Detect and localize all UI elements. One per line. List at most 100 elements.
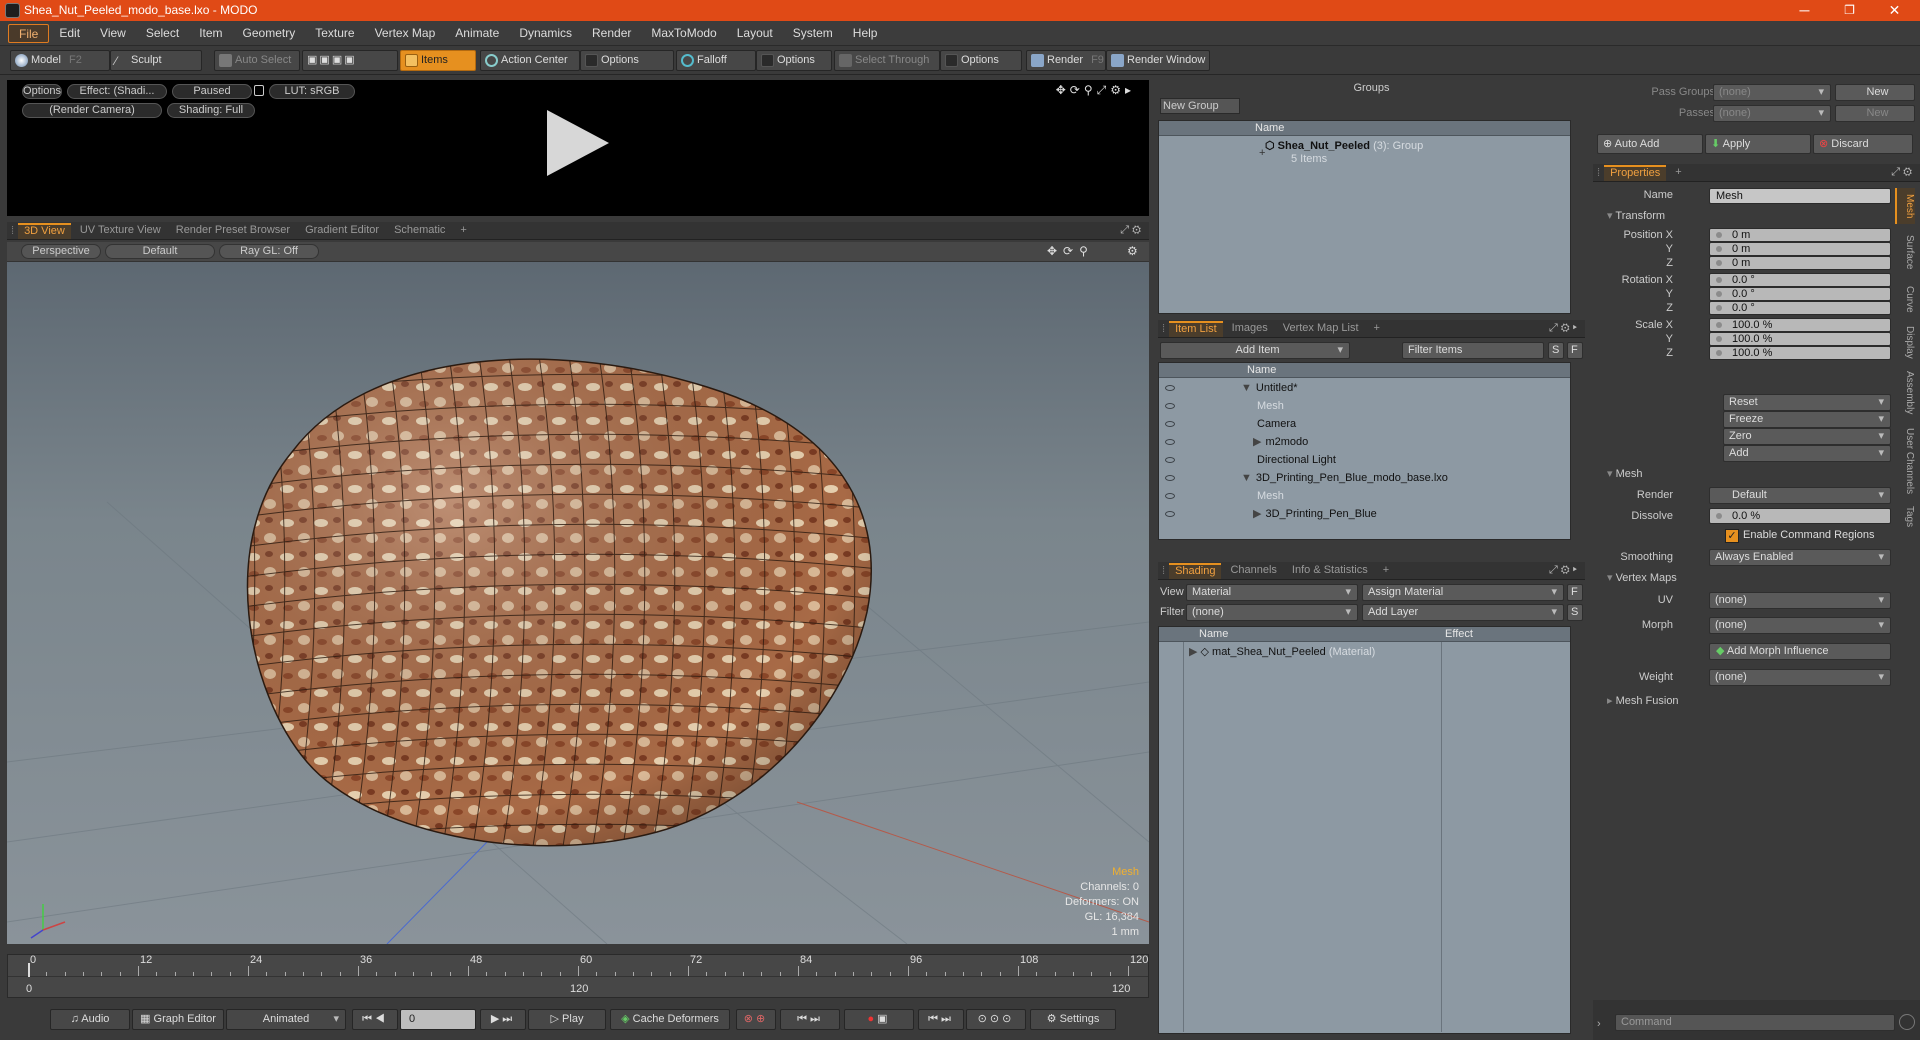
command-history-icon[interactable] bbox=[1899, 1014, 1915, 1030]
visibility-eye-icon[interactable] bbox=[1165, 493, 1175, 499]
viewport-nav-icons[interactable]: ✥⟳⚲ bbox=[1047, 244, 1094, 258]
panel-options-icons[interactable]: ⤢ ⚙ bbox=[1120, 224, 1149, 237]
selection-mode-icons[interactable]: ▣▣▣▣ bbox=[302, 50, 398, 71]
raygl-toggle[interactable]: Ray GL: Off bbox=[219, 244, 319, 259]
vtab-assembly[interactable]: Assembly bbox=[1895, 366, 1915, 420]
playhead[interactable] bbox=[28, 963, 30, 977]
visibility-eye-icon[interactable] bbox=[1165, 421, 1175, 427]
rotation-x-field[interactable]: 0.0 ° bbox=[1709, 273, 1891, 287]
view-dropdown[interactable]: Material bbox=[1186, 584, 1358, 601]
search-f-button[interactable]: F bbox=[1567, 342, 1583, 359]
tab-info-statistics[interactable]: Info & Statistics bbox=[1286, 563, 1374, 579]
expand-arrow-icon[interactable]: ▼ bbox=[1241, 472, 1252, 484]
tab-images[interactable]: Images bbox=[1226, 321, 1274, 337]
sculpt-button[interactable]: ⁄ Sculpt bbox=[110, 50, 202, 71]
projection-dropdown[interactable]: Perspective bbox=[21, 244, 101, 259]
item-list-row[interactable]: Camera bbox=[1253, 416, 1296, 433]
preview-nav-icons[interactable]: ✥⟳⚲⤢⚙▸ bbox=[1056, 83, 1135, 98]
menu-geometry[interactable]: Geometry bbox=[233, 24, 306, 43]
add-layer-dropdown[interactable]: Add Layer bbox=[1362, 604, 1564, 621]
menu-file[interactable]: File bbox=[8, 23, 50, 43]
select-through-options[interactable]: Options bbox=[940, 50, 1022, 71]
panel-options-icons[interactable]: ⤢ ⚙ ▸ bbox=[1549, 564, 1585, 577]
visibility-eye-icon[interactable] bbox=[1165, 385, 1175, 391]
items-mode-button[interactable]: Items bbox=[400, 50, 476, 71]
zero-dropdown[interactable]: Zero bbox=[1723, 428, 1891, 445]
polygon-mode-icon[interactable]: ▣ bbox=[332, 54, 344, 66]
shader-effect-column[interactable]: Effect bbox=[1445, 627, 1473, 642]
position-z-field[interactable]: 0 m bbox=[1709, 256, 1891, 270]
transform-section[interactable]: ▾ Transform bbox=[1607, 208, 1665, 224]
audio-button[interactable]: ♫ Audio bbox=[50, 1009, 130, 1030]
rotation-y-field[interactable]: 0.0 ° bbox=[1709, 287, 1891, 301]
render-dropdown[interactable]: Default bbox=[1709, 487, 1891, 504]
graph-editor-button[interactable]: ▦ Graph Editor bbox=[132, 1009, 224, 1030]
visibility-eye-icon[interactable] bbox=[1165, 511, 1175, 517]
style-dropdown[interactable]: Default bbox=[105, 244, 215, 259]
filter-dropdown[interactable]: (none) bbox=[1186, 604, 1358, 621]
menu-texture[interactable]: Texture bbox=[305, 24, 364, 43]
name-field[interactable]: Mesh bbox=[1709, 188, 1891, 204]
tab-vertex-map-list[interactable]: Vertex Map List bbox=[1277, 321, 1365, 337]
menu-help[interactable]: Help bbox=[843, 24, 888, 43]
menu-animate[interactable]: Animate bbox=[445, 24, 509, 43]
tab-channels[interactable]: Channels bbox=[1224, 563, 1282, 579]
menu-edit[interactable]: Edit bbox=[49, 24, 90, 43]
mesh-fusion-section[interactable]: ▸ Mesh Fusion bbox=[1607, 693, 1679, 709]
dissolve-field[interactable]: 0.0 % bbox=[1709, 508, 1891, 524]
menu-render[interactable]: Render bbox=[582, 24, 641, 43]
freeze-dropdown[interactable]: Freeze bbox=[1723, 411, 1891, 428]
uv-dropdown[interactable]: (none) bbox=[1709, 592, 1891, 609]
lut-dropdown[interactable]: LUT: sRGB bbox=[269, 84, 355, 99]
add-morph-influence-button[interactable]: ◆ Add Morph Influence bbox=[1709, 643, 1891, 660]
new-group-button[interactable]: New Group bbox=[1160, 98, 1240, 114]
3d-viewport[interactable]: Mesh Channels: 0 Deformers: ON GL: 16,38… bbox=[7, 242, 1149, 944]
falloff-button[interactable]: Falloff bbox=[676, 50, 756, 71]
restore-button[interactable]: ❐ bbox=[1827, 0, 1872, 21]
menu-view[interactable]: View bbox=[90, 24, 136, 43]
auto-add-button[interactable]: ⊕ Auto Add bbox=[1597, 134, 1703, 154]
vtab-mesh[interactable]: Mesh bbox=[1895, 188, 1915, 224]
filter-items-input[interactable]: Filter Items bbox=[1402, 342, 1544, 359]
assign-material-dropdown[interactable]: Assign Material bbox=[1362, 584, 1564, 601]
scale-y-field[interactable]: 100.0 % bbox=[1709, 332, 1891, 346]
itemlist-name-column[interactable]: Name bbox=[1159, 363, 1570, 378]
scale-z-field[interactable]: 100.0 % bbox=[1709, 346, 1891, 360]
new-pass-button[interactable]: New bbox=[1835, 105, 1915, 122]
group-item[interactable]: ⬡ Shea_Nut_Peeled (3): Group bbox=[1265, 138, 1423, 155]
visibility-eye-icon[interactable] bbox=[1165, 457, 1175, 463]
weight-dropdown[interactable]: (none) bbox=[1709, 669, 1891, 686]
action-center-button[interactable]: Action Center bbox=[480, 50, 580, 71]
item-list[interactable]: Name ▼ Untitled* Mesh Camera ▶ m2modo Directio… bbox=[1158, 362, 1571, 540]
settings-button[interactable]: ⚙ Settings bbox=[1030, 1009, 1116, 1030]
rotation-z-field[interactable]: 0.0 ° bbox=[1709, 301, 1891, 315]
timeline[interactable]: 0 12 24 36 48 60 72 84 96 108 120 0 120 120 bbox=[7, 954, 1149, 998]
menu-select[interactable]: Select bbox=[136, 24, 189, 43]
auto-key-icons[interactable]: ⊙⊙⊙ bbox=[966, 1009, 1026, 1030]
position-y-field[interactable]: 0 m bbox=[1709, 242, 1891, 256]
model-button[interactable]: Model F2 bbox=[10, 50, 110, 71]
add-tab-button[interactable]: + bbox=[1377, 563, 1395, 579]
tab-render-preset-browser[interactable]: Render Preset Browser bbox=[170, 223, 296, 239]
apply-button[interactable]: ⬇ Apply bbox=[1705, 134, 1811, 154]
shading-dropdown[interactable]: Shading: Full bbox=[167, 103, 255, 118]
lock-icon[interactable] bbox=[254, 85, 264, 96]
skip-forward-icons[interactable]: ▶⏭ bbox=[480, 1009, 526, 1030]
item-list-row[interactable]: ▼ 3D_Printing_Pen_Blue_modo_base.lxo bbox=[1241, 470, 1448, 487]
animated-dropdown[interactable]: Animated bbox=[226, 1009, 346, 1030]
tab-item-list[interactable]: Item List bbox=[1169, 321, 1223, 337]
menu-vertex-map[interactable]: Vertex Map bbox=[365, 24, 446, 43]
falloff-options[interactable]: Options bbox=[756, 50, 832, 71]
search-s-button[interactable]: S bbox=[1548, 342, 1564, 359]
menu-item[interactable]: Item bbox=[189, 24, 232, 43]
smoothing-dropdown[interactable]: Always Enabled bbox=[1709, 549, 1891, 566]
render-camera-dropdown[interactable]: (Render Camera) bbox=[22, 103, 162, 118]
tab-uv-texture-view[interactable]: UV Texture View bbox=[74, 223, 167, 239]
menu-system[interactable]: System bbox=[783, 24, 843, 43]
reset-dropdown[interactable]: Reset bbox=[1723, 394, 1891, 411]
visibility-eye-icon[interactable] bbox=[1165, 475, 1175, 481]
shader-tree[interactable]: Name Effect ▶ ◇ mat_Shea_Nut_Peeled (Mat… bbox=[1158, 626, 1571, 1034]
preview-options-button[interactable]: Options bbox=[22, 84, 62, 99]
skip-back-icons[interactable]: ⏮◀ bbox=[352, 1009, 398, 1030]
item-list-row[interactable]: ▶ m2modo bbox=[1253, 434, 1308, 451]
